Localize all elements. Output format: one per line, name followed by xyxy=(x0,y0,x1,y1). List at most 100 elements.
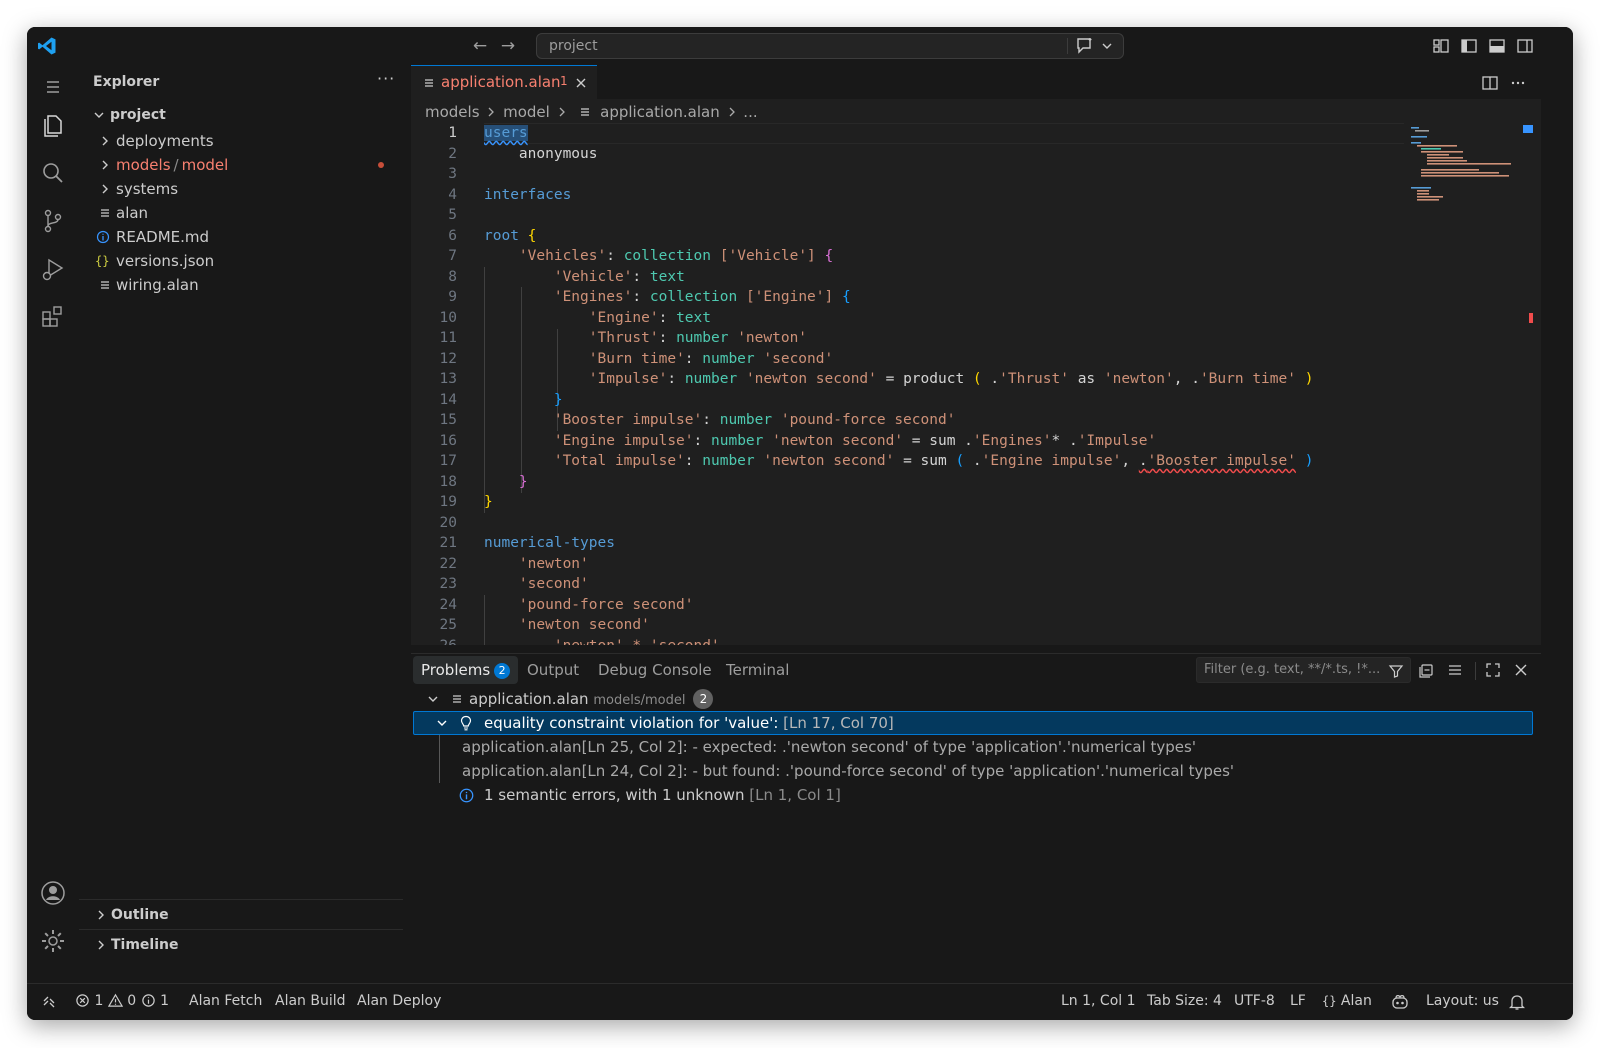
code-editor[interactable]: 1 users 2 anonymous 3 4 interfaces 5 6 root… xyxy=(411,123,1541,645)
tab-terminal[interactable]: Terminal xyxy=(718,656,797,684)
remote-icon[interactable] xyxy=(41,994,57,1010)
tree-item-readme[interactable]: README.md xyxy=(79,225,403,249)
alan-fetch-button[interactable]: Alan Fetch xyxy=(189,993,262,1009)
explorer-more-icon[interactable]: ··· xyxy=(377,69,395,88)
alan-deploy-button[interactable]: Alan Deploy xyxy=(357,993,441,1009)
more-actions-icon[interactable] xyxy=(1509,74,1527,92)
breadcrumb-model[interactable]: model xyxy=(503,101,550,123)
braces-icon: {} xyxy=(95,254,110,268)
tree-root-project[interactable]: project xyxy=(79,103,403,127)
toggle-primary-sidebar-icon[interactable] xyxy=(1460,37,1478,55)
toggle-panel-icon[interactable] xyxy=(1488,37,1506,55)
back-arrow-icon[interactable]: ← xyxy=(469,35,491,57)
filter-icon[interactable] xyxy=(1388,663,1404,679)
menu-icon[interactable] xyxy=(39,73,67,101)
activity-bar xyxy=(27,65,79,984)
close-icon[interactable] xyxy=(574,76,588,90)
outline-section[interactable]: Outline xyxy=(79,899,403,930)
settings-gear-icon[interactable] xyxy=(39,927,67,955)
command-center[interactable]: project xyxy=(536,33,1124,59)
split-editor-icon[interactable] xyxy=(1481,74,1499,92)
keyboard-layout[interactable]: Layout: us xyxy=(1426,993,1499,1009)
tree-item-models-model[interactable]: models / model xyxy=(79,153,403,177)
source-control-icon[interactable] xyxy=(39,207,67,235)
timeline-section[interactable]: Timeline xyxy=(79,929,403,960)
customize-layout-icon[interactable] xyxy=(1432,37,1450,55)
lightbulb-icon[interactable] xyxy=(459,715,473,731)
breadcrumb-symbol[interactable]: ... xyxy=(743,101,757,123)
tab-problems-label: Problems xyxy=(421,661,491,679)
code-line: 13 'Impulse': number 'newton second' = p… xyxy=(439,371,1314,387)
explorer-files-icon[interactable] xyxy=(39,111,67,139)
tree-item-alan[interactable]: alan xyxy=(79,201,403,225)
code-line: 25 'newton second' xyxy=(439,617,650,633)
tree-item-systems[interactable]: systems xyxy=(79,177,403,201)
tab-application-alan[interactable]: application.alan 1 xyxy=(411,65,597,99)
forward-arrow-icon[interactable]: → xyxy=(497,35,519,57)
warning-count: 0 xyxy=(127,993,137,1009)
code-line: 18 } xyxy=(439,473,528,490)
editor-area: application.alan 1 models model applicat… xyxy=(411,65,1541,645)
status-bar: 1 0 1 Alan Fetch Alan Build Alan Deploy … xyxy=(27,983,1573,1020)
info-icon xyxy=(141,994,155,1007)
alan-build-button[interactable]: Alan Build xyxy=(275,993,346,1009)
tree-item-wiring-alan[interactable]: wiring.alan xyxy=(79,273,403,297)
tab-debug-console[interactable]: Debug Console xyxy=(590,656,720,684)
chevron-down-icon[interactable] xyxy=(1100,39,1114,53)
lines-icon xyxy=(101,209,109,217)
view-as-list-icon[interactable] xyxy=(1446,661,1464,679)
chat-icon[interactable] xyxy=(1075,37,1095,55)
collapse-all-icon[interactable] xyxy=(1418,661,1436,679)
related-info-text: application.alan[Ln 24, Col 2]: - but fo… xyxy=(462,762,1235,780)
end-of-line[interactable]: LF xyxy=(1290,993,1306,1009)
problem-info-row[interactable]: 1 semantic errors, with 1 unknown [Ln 1,… xyxy=(411,783,1541,807)
timeline-label: Timeline xyxy=(111,937,179,953)
minimap[interactable] xyxy=(1407,125,1515,205)
tree-item-label: alan xyxy=(116,204,149,222)
chevron-down-icon xyxy=(437,720,447,726)
code-line: 8 'Vehicle': text xyxy=(448,268,685,285)
problems-filter-input[interactable]: Filter (e.g. text, **/*.ts, !*... xyxy=(1196,657,1411,683)
problem-info-location: [Ln 1, Col 1] xyxy=(749,786,841,804)
problem-error-row[interactable]: equality constraint violation for 'value… xyxy=(411,711,1541,735)
chevron-right-icon xyxy=(725,101,739,123)
code-line: 11 'Thrust': number 'newton' xyxy=(439,330,808,346)
info-icon xyxy=(459,788,474,803)
extensions-icon[interactable] xyxy=(39,303,67,331)
tree-item-deployments[interactable]: deployments xyxy=(79,129,403,153)
account-icon[interactable] xyxy=(39,879,67,907)
close-panel-icon[interactable] xyxy=(1512,661,1530,679)
toggle-secondary-sidebar-icon[interactable] xyxy=(1516,37,1534,55)
search-icon[interactable] xyxy=(39,159,67,187)
code-line: 22 'newton' xyxy=(439,555,589,572)
code-line: 1 users xyxy=(411,123,1411,144)
tree-item-label: models / model xyxy=(116,156,229,174)
code-line: 15 'Booster impulse': number 'pound-forc… xyxy=(439,412,956,428)
language-mode[interactable]: {} Alan xyxy=(1322,993,1372,1009)
explorer-sidebar: Explorer ··· project deployments models /… xyxy=(79,65,403,984)
problem-related-row[interactable]: application.alan[Ln 24, Col 2]: - but fo… xyxy=(411,759,1541,783)
problem-related-row[interactable]: application.alan[Ln 25, Col 2]: - expect… xyxy=(411,735,1541,783)
chevron-down-icon xyxy=(428,696,438,702)
copilot-icon[interactable] xyxy=(1391,993,1409,1011)
tab-problems[interactable]: Problems 2 xyxy=(413,656,519,684)
encoding[interactable]: UTF-8 xyxy=(1234,993,1275,1009)
breadcrumb-file[interactable]: application.alan xyxy=(600,101,720,123)
code-line: 26 'newton' * 'second' xyxy=(411,636,1411,646)
tab-size[interactable]: Tab Size: 4 xyxy=(1147,993,1222,1009)
tree-item-versions-json[interactable]: {} versions.json xyxy=(79,249,403,273)
tree-root-label: project xyxy=(110,107,166,123)
bell-icon[interactable] xyxy=(1509,993,1525,1011)
related-info-text: application.alan[Ln 25, Col 2]: - expect… xyxy=(462,738,1196,756)
info-count: 1 xyxy=(160,993,170,1009)
run-debug-icon[interactable] xyxy=(39,255,67,283)
code-line: 10 'Engine': text xyxy=(439,309,711,326)
tree-item-label: wiring.alan xyxy=(116,276,199,294)
maximize-panel-icon[interactable] xyxy=(1484,661,1502,679)
problem-file-row[interactable]: application.alan models/model 2 xyxy=(411,687,1541,711)
breadcrumb-models[interactable]: models xyxy=(425,101,480,123)
problems-status[interactable]: 1 0 1 xyxy=(75,993,169,1009)
tab-output[interactable]: Output xyxy=(519,656,587,684)
cursor-position[interactable]: Ln 1, Col 1 xyxy=(1061,993,1136,1009)
chevron-right-icon xyxy=(98,940,104,950)
